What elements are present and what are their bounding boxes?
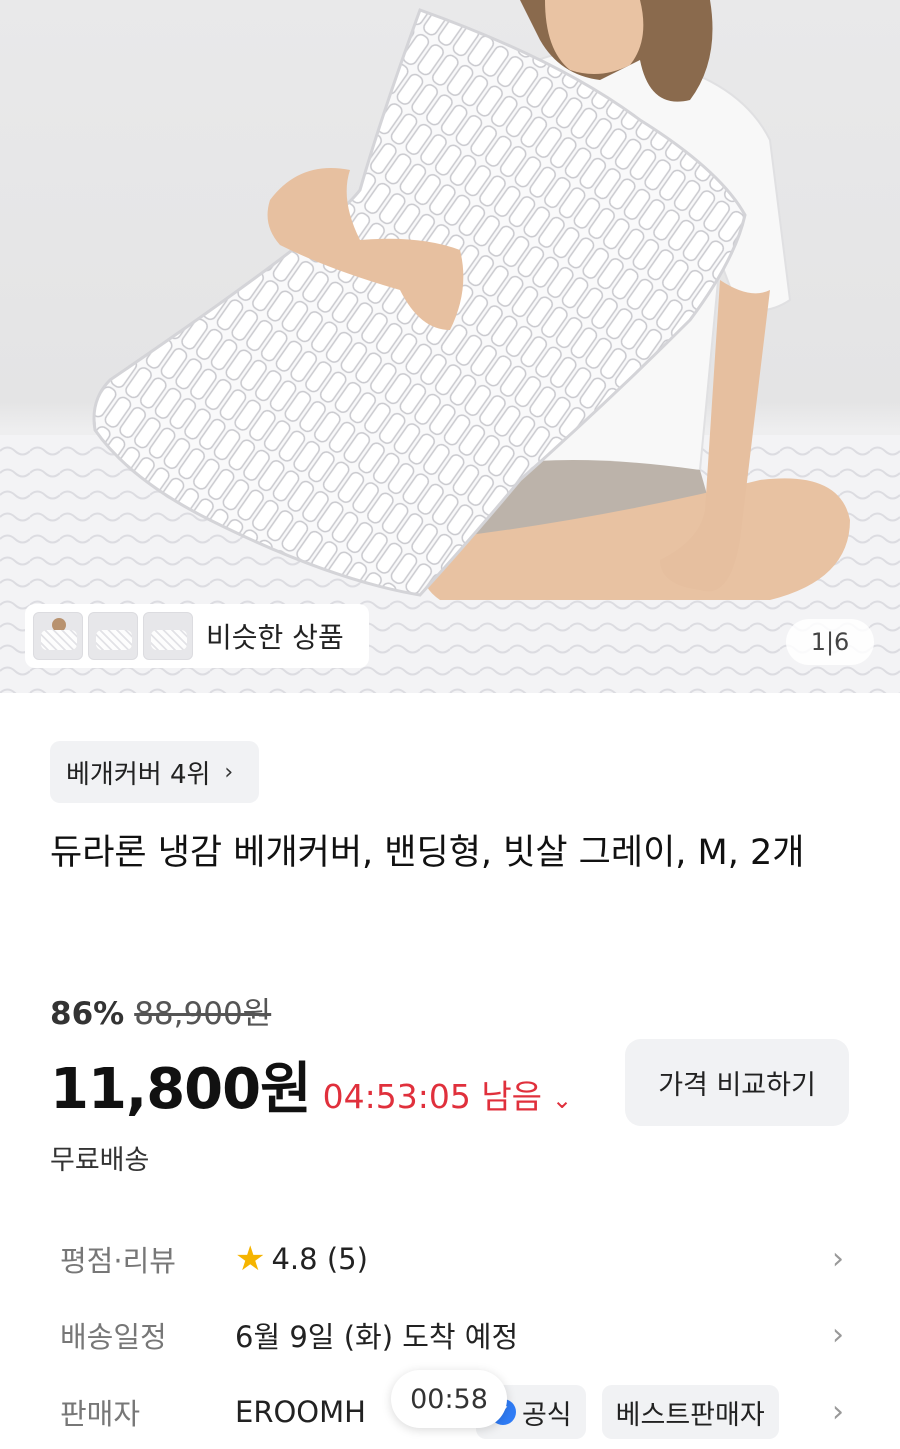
best-seller-badge: 베스트판매자 — [601, 1385, 779, 1439]
category-rank-chip[interactable]: 베개커버 4위 › — [50, 741, 260, 803]
shipping-info: 무료배송 — [50, 1145, 150, 1176]
star-icon: ★ — [235, 1239, 266, 1279]
price-row: 11,800원 04:53:05 남음 ⌄ — [50, 1044, 572, 1125]
deal-countdown[interactable]: 04:53:05 남음 — [323, 1070, 542, 1118]
rating-label: 평점·리뷰 — [60, 1244, 176, 1278]
seller-label: 판매자 — [60, 1397, 141, 1431]
compare-price-button[interactable]: 가격 비교하기 — [625, 1039, 849, 1126]
rating-review-row[interactable]: 평점·리뷰 ★ 4.8 (5) › — [60, 1234, 850, 1284]
official-badge-label: 공식 — [521, 1399, 572, 1431]
discount-rate: 86% — [50, 996, 125, 1032]
seller-name[interactable]: EROOMH — [235, 1395, 366, 1429]
product-title: 듀라론 냉감 베개커버, 밴딩형, 빗살 그레이, M, 2개 — [50, 833, 805, 873]
delivery-value: 6월 9일 (화) 도착 예정 — [235, 1320, 519, 1354]
product-hero-image[interactable]: 비슷한 상품 1|6 — [0, 0, 900, 693]
similar-thumb-3[interactable] — [143, 612, 193, 660]
sale-price: 11,800원 — [50, 1057, 312, 1122]
chevron-right-icon[interactable]: › — [832, 1318, 844, 1353]
chevron-right-icon[interactable]: › — [832, 1395, 844, 1430]
original-price: 88,900원 — [134, 996, 272, 1032]
similar-thumb-1[interactable] — [33, 612, 83, 660]
delivery-label: 배송일정 — [60, 1320, 167, 1354]
rating-value-wrap: ★ 4.8 (5) — [235, 1239, 368, 1279]
similar-thumb-2[interactable] — [88, 612, 138, 660]
rating-value: 4.8 (5) — [271, 1242, 368, 1276]
delivery-row[interactable]: 배송일정 6월 9일 (화) 도착 예정 › — [60, 1310, 850, 1360]
similar-products-chip[interactable]: 비슷한 상품 — [25, 604, 369, 668]
floating-timer: 00:58 — [391, 1370, 507, 1428]
seller-value-wrap: EROOMH ✓ 공식 베스트판매자 — [235, 1385, 779, 1439]
chevron-down-icon[interactable]: ⌄ — [552, 1086, 572, 1114]
image-counter: 1|6 — [786, 619, 874, 665]
similar-products-label: 비슷한 상품 — [206, 621, 344, 654]
discount-row: 86% 88,900원 — [50, 988, 271, 1033]
hero-illustration — [0, 0, 900, 693]
chevron-right-icon: › — [224, 759, 234, 785]
chevron-right-icon[interactable]: › — [832, 1242, 844, 1277]
rank-label: 베개커버 4위 — [66, 759, 211, 790]
